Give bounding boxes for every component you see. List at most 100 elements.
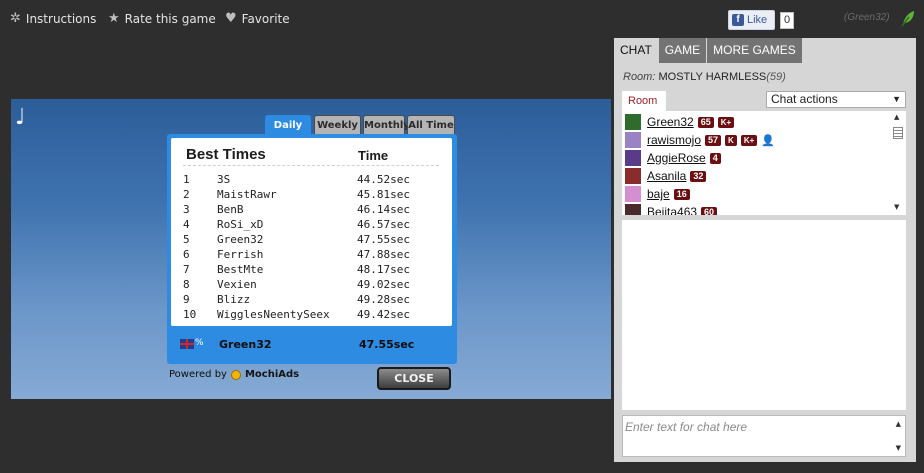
mochiads-label: MochiAds [244,369,300,380]
chat-actions-select[interactable]: Chat actions ▼ [766,91,906,108]
like-label: Like [747,14,768,26]
avatar[interactable] [625,204,641,215]
user-list-item[interactable]: Bejita463 60 [625,203,718,215]
name-cell: BestMte [217,263,264,276]
leaderboard-row: 10 WigglesNeentySeex 49.42sec [183,308,443,323]
name-cell: RoSi_xD [217,218,264,231]
room-info: Room: MOSTLY HARMLESS(59) [623,71,786,83]
username-link[interactable]: Bejita463 [647,205,697,215]
player-time: 47.55sec [359,338,415,351]
scroll-up-icon[interactable]: ▲ [896,420,901,428]
user-list-scrollbar[interactable]: ▲ ▼ [890,111,906,215]
chat-actions-label: Chat actions [771,92,838,106]
header-divider [183,165,439,166]
leaderboard-row: 8 Vexien 49.02sec [183,278,443,293]
level-badge: 16 [673,188,690,200]
favorite-link[interactable]: ♥ Favorite [225,12,290,26]
close-button[interactable]: CLOSE [377,367,451,390]
tab-weekly[interactable]: Weekly [314,115,361,135]
leaderboard-row: 4 RoSi_xD 46.57sec [183,218,443,233]
leaderboard-row: 6 Ferrish 47.88sec [183,248,443,263]
chat-input[interactable]: Enter text for chat here ▲ ▼ [622,415,906,457]
powered-by[interactable]: Powered by MochiAds [169,369,299,380]
username-link[interactable]: Asanila [647,169,686,183]
music-note-icon[interactable]: ♩ [15,105,25,130]
name-cell: BenB [217,203,244,216]
leaderboard-list: 1 3S 44.52sec 2 MaistRawr 45.81sec 3 BenB 46.14s… [183,173,443,323]
username-link[interactable]: rawismojo [647,133,701,147]
level-badge: 4 [709,152,721,164]
time-header: Time [358,148,389,163]
tab-game[interactable]: GAME [658,38,707,63]
heart-icon: ♥ [225,11,237,26]
level-badge: 57 [705,134,722,146]
scroll-thumb[interactable] [893,127,903,139]
friend-icon: 👤 [761,134,775,147]
avatar[interactable] [625,150,641,166]
rank-cell: 2 [183,188,190,201]
rate-game-link[interactable]: ★ Rate this game [108,12,216,26]
tab-daily[interactable]: Daily [265,115,311,135]
room-name: MOSTLY HARMLESS [658,71,767,83]
chat-placeholder: Enter text for chat here [625,420,748,434]
user-list-item[interactable]: AggieRose 4 [625,149,721,167]
name-cell: Blizz [217,293,251,306]
time-cell: 46.57sec [357,218,410,231]
user-list-item[interactable]: Asanila 32 [625,167,707,185]
time-cell: 47.88sec [357,248,410,261]
time-cell: 46.14sec [357,203,410,216]
leaderboard-dialog: Best Times Time 1 3S 44.52sec 2 MaistRawr 45.… [167,134,457,364]
rank-cell: 6 [183,248,190,261]
game-canvas[interactable]: ♩ Daily Weekly Monthly All Time Best Tim… [11,99,611,399]
avatar[interactable] [625,186,641,202]
rank-cell: 4 [183,218,190,231]
dropdown-arrow-icon: ▼ [892,94,901,104]
time-cell: 49.02sec [357,278,410,291]
name-cell: MaistRawr [217,188,277,201]
facebook-like-button[interactable]: f Like [728,10,775,30]
user-list-item[interactable]: Green32 65 K+ [625,113,735,131]
tab-all-time[interactable]: All Time [407,115,455,135]
tab-more-games[interactable]: MORE GAMES [707,38,802,63]
role-badge: K+ [717,116,735,128]
scroll-down-icon[interactable]: ▼ [894,203,899,211]
facebook-icon: f [732,14,744,26]
instructions-label: Instructions [25,12,97,26]
rate-label: Rate this game [124,12,216,26]
leaderboard-row: 1 3S 44.52sec [183,173,443,188]
tab-chat[interactable]: CHAT [614,38,658,63]
name-cell: Green32 [217,233,264,246]
avatar[interactable] [625,168,641,184]
user-list-item[interactable]: baje 16 [625,185,690,203]
time-cell: 49.28sec [357,293,410,306]
scroll-down-icon[interactable]: ▼ [896,444,901,452]
rank-cell: 9 [183,293,190,306]
rank-cell: 3 [183,203,190,216]
name-cell: 3S [217,173,231,186]
name-cell: Vexien [217,278,257,291]
leaderboard-row: 3 BenB 46.14sec [183,203,443,218]
scroll-up-icon[interactable]: ▲ [894,113,899,121]
room-tab[interactable]: Room [622,91,666,111]
leaderboard-row: 9 Blizz 49.28sec [183,293,443,308]
rank-cell: 5 [183,233,190,246]
leaderboard-row: 7 BestMte 48.17sec [183,263,443,278]
kong-leaf-icon[interactable] [900,9,916,27]
username-link[interactable]: AggieRose [647,151,706,165]
time-cell: 47.55sec [357,233,410,246]
side-tabs: CHAT GAME MORE GAMES [614,38,803,63]
top-bar: ✲ Instructions ★ Rate this game ♥ Favori… [0,0,924,38]
instructions-link[interactable]: ✲ Instructions [10,12,96,26]
user-list-item[interactable]: rawismojo 57 K K+ 👤 [625,131,775,149]
avatar[interactable] [625,132,641,148]
player-score-row: % Green32 47.55sec [167,332,457,360]
username-link[interactable]: baje [647,187,670,201]
avatar[interactable] [625,114,641,130]
powered-by-label: Powered by [169,369,227,380]
rank-cell: 10 [183,308,197,321]
time-cell: 45.81sec [357,188,410,201]
username-link[interactable]: Green32 [647,115,694,129]
percentile: % [195,338,204,348]
tab-monthly[interactable]: Monthly [363,115,410,135]
like-count: 0 [780,12,794,29]
